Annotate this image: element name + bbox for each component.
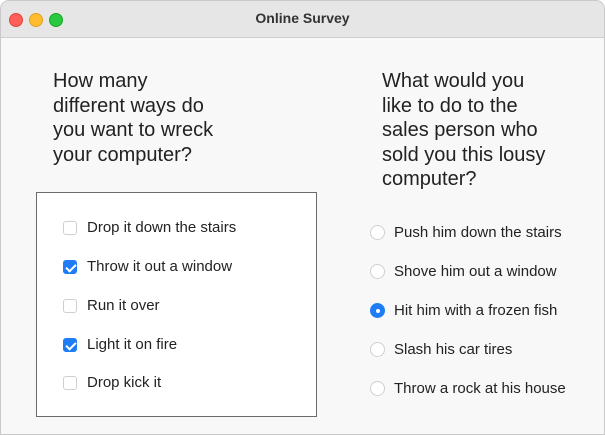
radio-option-slash-tires[interactable]: Slash his car tires (370, 341, 512, 358)
question-wreck-computer: How many different ways do you want to w… (53, 70, 214, 166)
radio-option-push-stairs[interactable]: Push him down the stairs (370, 224, 562, 241)
checkbox[interactable] (63, 259, 77, 274)
checkbox-option-fire[interactable]: Light it on fire (63, 336, 177, 353)
radio-label: Throw a rock at his house (394, 380, 566, 397)
question-sales-person: What would you like to do to the sales p… (382, 70, 546, 190)
wreck-options-group: Drop it down the stairs Throw it out a w… (36, 192, 317, 417)
radio-button[interactable] (370, 225, 385, 240)
checkbox[interactable] (63, 220, 77, 235)
radio-option-throw-rock[interactable]: Throw a rock at his house (370, 380, 566, 397)
checkbox[interactable] (63, 298, 77, 313)
radio-label: Push him down the stairs (394, 224, 562, 241)
checkbox-label: Drop kick it (87, 374, 162, 391)
radio-label: Slash his car tires (394, 341, 513, 358)
window-title: Online Survey (255, 10, 350, 26)
radio-button[interactable] (370, 303, 385, 318)
radio-label: Shove him out a window (394, 263, 557, 280)
radio-button[interactable] (370, 264, 385, 279)
radio-button[interactable] (370, 381, 385, 396)
checkbox[interactable] (63, 337, 77, 352)
survey-window: Online Survey How many different ways do… (0, 0, 605, 435)
checkbox[interactable] (63, 375, 77, 390)
checkbox-label: Drop it down the stairs (87, 219, 237, 236)
checkbox-option-drop-stairs[interactable]: Drop it down the stairs (63, 219, 236, 236)
checkbox-label: Throw it out a window (87, 258, 233, 275)
radio-option-shove-window[interactable]: Shove him out a window (370, 263, 557, 280)
title-bar[interactable]: Online Survey (1, 1, 604, 38)
checkbox-option-run-over[interactable]: Run it over (63, 297, 160, 314)
survey-content: How many different ways do you want to w… (1, 38, 604, 434)
radio-option-frozen-fish[interactable]: Hit him with a frozen fish (370, 302, 557, 319)
checkbox-label: Run it over (87, 297, 160, 314)
checkbox-label: Light it on fire (87, 336, 178, 353)
checkbox-option-drop-kick[interactable]: Drop kick it (63, 374, 161, 391)
checkbox-option-throw-window[interactable]: Throw it out a window (63, 258, 232, 275)
radio-label: Hit him with a frozen fish (394, 302, 558, 319)
radio-button[interactable] (370, 342, 385, 357)
